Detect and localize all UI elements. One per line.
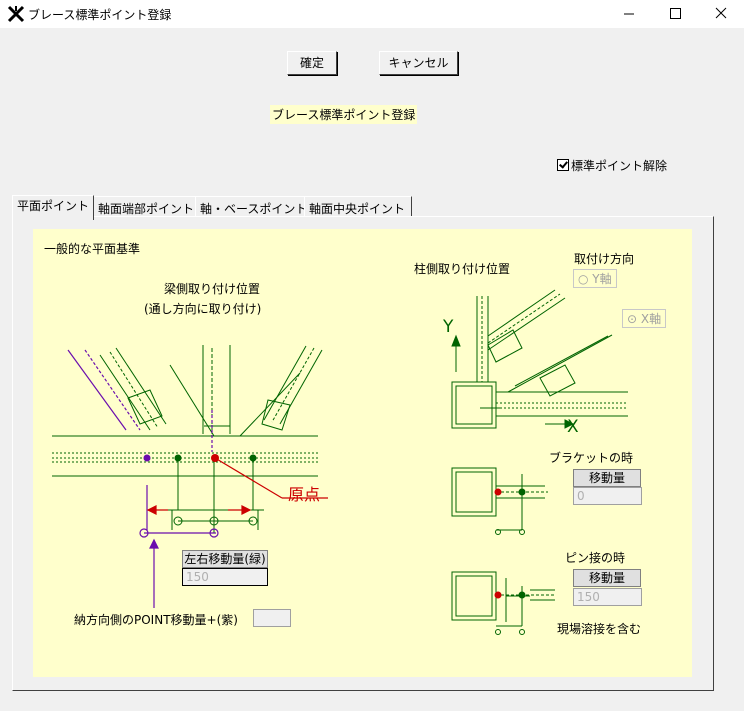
y-axis-option-label: Y軸 (592, 272, 612, 286)
purple-point-input[interactable] (253, 609, 291, 627)
origin-label: 原点 (288, 485, 321, 504)
site-weld-note: 現場溶接を含む (557, 622, 642, 636)
y-axis-label: Y (443, 317, 454, 337)
bracket-shift-header: 移動量 (573, 469, 641, 487)
pin-shift-header: 移動量 (573, 569, 641, 587)
beam-mount-title: 梁側取り付け位置 (164, 282, 261, 296)
radio-selected-icon: ⊙ (627, 312, 641, 326)
radio-icon: ○ (578, 272, 593, 286)
lr-shift-header: 左右移動量(緑) (182, 550, 268, 568)
x-axis-option-label: X軸 (640, 312, 662, 326)
pin-title: ピン接の時 (565, 551, 626, 565)
purple-point-label: 納方向側のPOINT移動量+(紫) (74, 613, 238, 627)
bracket-title: ブラケットの時 (549, 451, 634, 465)
x-axis-radio[interactable]: ⊙ X軸 (622, 309, 667, 328)
pin-shift-input[interactable]: 150 (573, 588, 642, 606)
section-title: 一般的な平面基準 (44, 242, 141, 256)
direction-title: 取付け方向 (574, 252, 635, 266)
x-axis-label: X (567, 417, 579, 437)
tab-plan-point[interactable]: 平面ポイント (12, 195, 95, 220)
y-axis-radio[interactable]: ○ Y軸 (573, 269, 617, 288)
beam-mount-subtitle: (通し方向に取り付け) (144, 302, 262, 316)
lr-shift-input[interactable]: 150 (182, 568, 268, 586)
bracket-shift-input[interactable]: 0 (573, 487, 642, 505)
column-mount-title: 柱側取り付け位置 (414, 262, 511, 276)
